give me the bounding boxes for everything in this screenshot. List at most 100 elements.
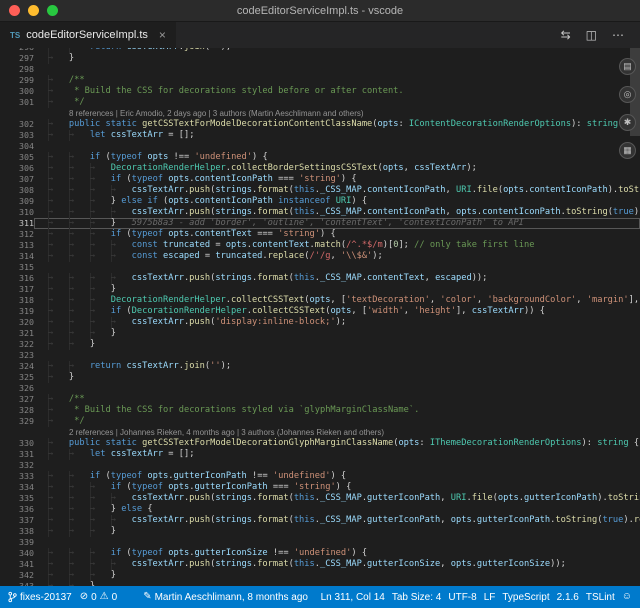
line-number[interactable]: 321 (0, 328, 34, 339)
open-changes-icon[interactable]: ⇆ (561, 28, 571, 42)
blame-status[interactable]: ✎ Martin Aeschlimann, 8 months ago (143, 592, 308, 603)
code-text[interactable]: →→→if (typeof opts.contentIconPath === '… (34, 174, 640, 185)
code-text[interactable]: → * Build the CSS for decorations styled… (34, 405, 640, 416)
line-number[interactable]: 314 (0, 251, 34, 262)
tslint-indicator[interactable]: TSLint (586, 592, 615, 603)
close-window-button[interactable] (9, 5, 20, 16)
line-number[interactable]: 342 (0, 570, 34, 581)
code-text[interactable]: →→→→const escaped = truncated.replace(/'… (34, 251, 640, 262)
code-text[interactable]: →→→} (34, 328, 640, 339)
split-editor-icon[interactable]: ◫ (586, 28, 597, 42)
line-number[interactable]: 308 (0, 185, 34, 196)
line-number[interactable]: 305 (0, 152, 34, 163)
line-number[interactable]: 319 (0, 306, 34, 317)
code-text[interactable]: →→→→cssTextArr.push(strings.format(this.… (34, 207, 640, 218)
line-number[interactable]: 343 (0, 581, 34, 586)
line-number[interactable]: 335 (0, 493, 34, 504)
code-text[interactable]: →→→→cssTextArr.push(strings.format(this.… (34, 493, 640, 504)
code-text[interactable]: →→let cssTextArr = []; (34, 449, 640, 460)
eol-indicator[interactable]: LF (484, 592, 496, 603)
language-indicator[interactable]: TypeScript (502, 592, 549, 603)
code-text[interactable] (34, 262, 640, 273)
code-text[interactable]: →→→} (34, 284, 640, 295)
code-text[interactable]: →→→} 5975b8a3 - add 'border', 'outline',… (34, 218, 640, 229)
line-number[interactable]: 339 (0, 537, 34, 548)
target-icon[interactable]: ◎ (619, 86, 636, 103)
code-text[interactable]: →→→→cssTextArr.push(strings.format(this.… (34, 515, 640, 526)
asterisk-icon[interactable]: ✱ (619, 114, 636, 131)
line-number[interactable]: 332 (0, 460, 34, 471)
line-number[interactable]: 340 (0, 548, 34, 559)
code-text[interactable]: →public static getCSSTextForModelDecorat… (34, 438, 640, 449)
code-text[interactable]: →→→if (typeof opts.gutterIconPath === 's… (34, 482, 640, 493)
code-text[interactable] (34, 350, 640, 361)
line-number[interactable]: 301 (0, 97, 34, 108)
line-number[interactable]: 333 (0, 471, 34, 482)
line-number[interactable]: 338 (0, 526, 34, 537)
line-number[interactable]: 322 (0, 339, 34, 350)
code-text[interactable]: →→→DecorationRenderHelper.collectBorderS… (34, 163, 640, 174)
line-number[interactable]: 318 (0, 295, 34, 306)
code-text[interactable]: →} (34, 53, 640, 64)
more-actions-icon[interactable]: ⋯ (612, 28, 624, 42)
code-text[interactable]: →→→if (typeof opts.contentText === 'stri… (34, 229, 640, 240)
line-number[interactable]: 324 (0, 361, 34, 372)
line-number[interactable]: 325 (0, 372, 34, 383)
code-text[interactable]: → */ (34, 97, 640, 108)
code-text[interactable]: →→} (34, 581, 640, 586)
code-text[interactable] (34, 460, 640, 471)
line-number[interactable]: 313 (0, 240, 34, 251)
code-text[interactable]: →public static getCSSTextForModelDecorat… (34, 119, 640, 130)
line-number[interactable]: 297 (0, 53, 34, 64)
line-number[interactable]: 323 (0, 350, 34, 361)
minimize-window-button[interactable] (28, 5, 39, 16)
code-text[interactable]: →→→→cssTextArr.push(strings.format(this.… (34, 273, 640, 284)
line-number[interactable]: 306 (0, 163, 34, 174)
problems-indicator[interactable]: ⊘ 0 ⚠ 0 (80, 592, 117, 603)
line-number[interactable]: 316 (0, 273, 34, 284)
line-number[interactable]: 300 (0, 86, 34, 97)
code-text[interactable]: →→} (34, 339, 640, 350)
code-text[interactable]: →→return cssTextArr.join(''); (34, 361, 640, 372)
line-number[interactable]: 310 (0, 207, 34, 218)
git-branch-indicator[interactable]: fixes-20137 (8, 591, 72, 603)
cursor-position-indicator[interactable]: Ln 311, Col 14 (321, 592, 385, 603)
line-number[interactable]: 334 (0, 482, 34, 493)
encoding-indicator[interactable]: UTF-8 (448, 592, 476, 603)
line-number[interactable] (0, 427, 34, 438)
code-text[interactable]: →→→DecorationRenderHelper.collectCSSText… (34, 295, 640, 306)
line-number[interactable]: 341 (0, 559, 34, 570)
line-number[interactable]: 317 (0, 284, 34, 295)
code-text[interactable]: →→→} else if (opts.contentIconPath insta… (34, 196, 640, 207)
line-number[interactable]: 326 (0, 383, 34, 394)
grid-icon[interactable]: ▦ (619, 142, 636, 159)
code-text[interactable] (34, 141, 640, 152)
code-text[interactable]: →} (34, 372, 640, 383)
code-text[interactable] (34, 64, 640, 75)
code-text[interactable]: →→if (typeof opts.gutterIconPath !== 'un… (34, 471, 640, 482)
code-text[interactable]: →→→→cssTextArr.push(strings.format(this.… (34, 559, 640, 570)
code-text[interactable]: →→→→cssTextArr.push('display:inline-bloc… (34, 317, 640, 328)
document-icon[interactable]: ▤ (619, 58, 636, 75)
line-number[interactable]: 312 (0, 229, 34, 240)
line-number[interactable]: 311 (0, 218, 34, 229)
close-tab-icon[interactable]: × (159, 28, 166, 42)
line-number[interactable]: 330 (0, 438, 34, 449)
code-text[interactable]: → * Build the CSS for decorations styled… (34, 86, 640, 97)
zoom-window-button[interactable] (47, 5, 58, 16)
code-text[interactable]: → */ (34, 416, 640, 427)
line-number[interactable]: 320 (0, 317, 34, 328)
codelens-link[interactable]: 8 references | Eric Amodio, 2 days ago |… (34, 108, 640, 119)
line-number[interactable]: 304 (0, 141, 34, 152)
code-text[interactable]: →→→} (34, 526, 640, 537)
code-text[interactable] (34, 537, 640, 548)
code-text[interactable]: →→→→const truncated = opts.contentText.m… (34, 240, 640, 251)
code-text[interactable]: →→if (typeof opts !== 'undefined') { (34, 152, 640, 163)
code-text[interactable]: →/** (34, 394, 640, 405)
line-number[interactable]: 328 (0, 405, 34, 416)
code-text[interactable]: →→let cssTextArr = []; (34, 130, 640, 141)
line-number[interactable]: 302 (0, 119, 34, 130)
code-text[interactable] (34, 383, 640, 394)
line-number[interactable]: 331 (0, 449, 34, 460)
line-number[interactable]: 327 (0, 394, 34, 405)
